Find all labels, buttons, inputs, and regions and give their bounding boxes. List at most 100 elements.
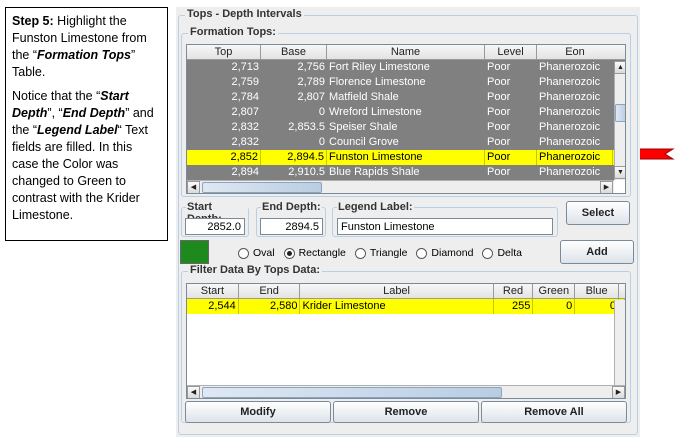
radio-triangle-label: Triangle [369,247,408,259]
filter-vertical-scrollbar[interactable] [614,300,625,385]
col-blue[interactable]: Blue [575,284,620,298]
col-end[interactable]: End [239,284,301,298]
instruction-step: Step 5: Highlight the Funston Limestone … [12,13,161,81]
remove-button[interactable]: Remove [333,401,479,423]
tops-hscroll-thumb[interactable] [202,182,322,193]
cell-blue: 0 [575,299,619,314]
remove-all-button[interactable]: Remove All [481,401,627,423]
radio-delta-label: Delta [497,247,522,259]
filter-header: Start End Label Red Green Blue [187,284,625,299]
scroll-right-icon[interactable]: ▶ [612,386,625,398]
cell-base: 0 [318,106,325,118]
cell-top: 2,713 [231,61,259,73]
tops-vscroll-thumb[interactable] [615,104,625,122]
scroll-right-icon[interactable]: ▶ [600,181,613,193]
select-button[interactable]: Select [566,201,630,225]
note-legend-label: Legend Label [37,123,118,137]
scroll-left-icon[interactable]: ◀ [187,386,200,398]
cell-base: 2,807 [297,91,325,103]
col-extra [619,284,625,298]
cell-name: Wreford Limestone [329,106,422,118]
cell-red: 255 [494,299,534,314]
cell-name: Fort Riley Limestone [329,61,430,73]
col-eon[interactable]: Eon [537,45,613,59]
tops-vertical-scrollbar[interactable]: ▲ ▼ [614,61,625,180]
table-row[interactable]: 2,807 0 Wreford Limestone Poor Phanerozoic [187,105,625,120]
table-row[interactable]: 2,784 2,807 Matfield Shale Poor Phanerozoic [187,90,625,105]
cell-base: 2,910.5 [288,166,325,178]
note-text-c: ”, “ [47,106,63,120]
col-start[interactable]: Start [187,284,239,298]
col-red[interactable]: Red [494,284,534,298]
table-row-selected[interactable]: 2,852 2,894.5 Funston Limestone Poor Phanero… [187,150,625,165]
start-depth-field[interactable]: 2852.0 [185,218,245,235]
cell-base: 2,894.5 [261,150,327,165]
cell-eon: Phanerozoic [539,166,601,178]
end-depth-group: End Depth: 2894.5 [256,201,326,237]
tops-depth-panel: Tops - Depth Intervals Formation Tops: T… [176,7,640,437]
table-row[interactable]: 2,894 2,910.5 Blue Rapids Shale Poor Phanero… [187,165,625,180]
radio-diamond[interactable]: Diamond [416,247,473,259]
col-top[interactable]: Top [187,45,261,59]
cell-name: Florence Limestone [329,76,426,88]
cell-eon: Phanerozoic [537,150,613,165]
col-level[interactable]: Level [485,45,537,59]
cell-level: Poor [487,166,511,178]
radio-circle-icon[interactable] [238,247,249,259]
scroll-up-icon[interactable]: ▲ [614,61,625,74]
col-base[interactable]: Base [261,45,327,59]
cell-level: Poor [487,136,511,148]
panel-title: Tops - Depth Intervals [185,8,304,20]
radio-rectangle-label: Rectangle [298,247,346,259]
cell-eon: Phanerozoic [539,61,601,73]
instruction-callout: Step 5: Highlight the Funston Limestone … [5,7,168,241]
formation-tops-title: Formation Tops: [188,26,278,38]
cell-eon: Phanerozoic [539,136,601,148]
end-depth-field[interactable]: 2894.5 [260,218,323,235]
cell-label: Krider Limestone [300,299,494,314]
col-label[interactable]: Label [300,284,494,298]
filter-table: Start End Label Red Green Blue 2,544 2,58… [186,283,626,399]
table-row[interactable]: 2,759 2,789 Florence Limestone Poor Phaneroz… [187,75,625,90]
add-button[interactable]: Add [560,240,634,264]
note-text-g: “ Text fields are filled. In this case t… [12,123,148,222]
cell-level: Poor [487,121,511,133]
formation-tops-body: 2,713 2,756 Fort Riley Limestone Poor Phaner… [187,60,625,180]
cell-top: 2,784 [231,91,259,103]
radio-rectangle[interactable]: Rectangle [283,247,346,259]
scroll-left-icon[interactable]: ◀ [187,181,200,193]
radio-selected-icon[interactable] [283,247,295,259]
radio-circle-icon[interactable] [416,247,428,259]
radio-triangle[interactable]: Triangle [354,247,408,259]
cell-base: 2,789 [297,76,325,88]
cell-top: 2,894 [231,166,259,178]
radio-circle-icon[interactable] [354,247,366,259]
table-row[interactable]: 2,832 2,853.5 Speiser Shale Poor Phanerozoic [187,120,625,135]
table-row[interactable]: 2,832 0 Council Grove Poor Phanerozoic [187,135,625,150]
radio-delta[interactable]: Delta [482,247,522,259]
col-name[interactable]: Name [327,45,485,59]
cell-green: 0 [533,299,576,314]
col-green[interactable]: Green [533,284,576,298]
radio-circle-icon[interactable] [482,247,494,259]
filter-title: Filter Data By Tops Data: [188,264,322,276]
cell-name: Speiser Shale [329,121,398,133]
legend-label-group: Legend Label: Funston Limestone [332,201,558,237]
scroll-down-icon[interactable]: ▼ [614,166,625,179]
table-row[interactable]: 2,713 2,756 Fort Riley Limestone Poor Phaner… [187,60,625,75]
radio-oval[interactable]: Oval [238,247,275,259]
legend-label-field[interactable]: Funston Limestone [337,218,553,235]
cell-top: 2,852 [187,150,261,165]
cell-eon: Phanerozoic [539,76,601,88]
modify-button[interactable]: Modify [185,401,331,423]
cell-top: 2,807 [231,106,259,118]
filter-hscroll-thumb[interactable] [202,387,502,398]
cell-end: 2,580 [239,299,301,314]
end-depth-label: End Depth: [261,201,322,213]
filter-row[interactable]: 2,5442,580Krider Limestone25500O [187,299,625,314]
color-swatch[interactable] [180,240,209,264]
note-text-a: Notice that the “ [12,89,101,103]
legend-label-label: Legend Label: [337,201,414,213]
filter-horizontal-scrollbar[interactable]: ◀ ▶ [187,385,625,398]
tops-horizontal-scrollbar[interactable]: ◀ ▶ [187,180,614,193]
